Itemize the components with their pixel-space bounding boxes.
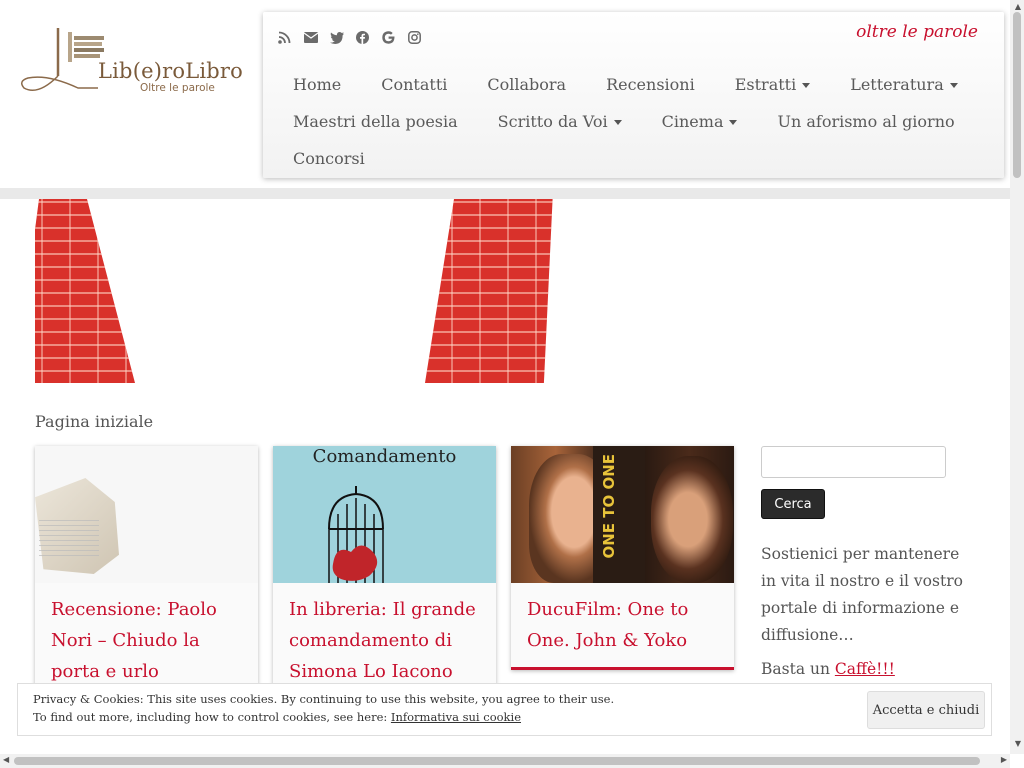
chevron-down-icon	[729, 120, 738, 125]
poster-title: ONE TO ONE	[600, 454, 618, 559]
coffee-line: Basta un Caffè!!!	[761, 660, 895, 678]
book-cover-title: Comandamento	[312, 446, 457, 467]
coffee-link[interactable]: Caffè!!!	[835, 660, 895, 678]
logo-subtitle: Oltre le parole	[140, 82, 215, 94]
horizontal-scrollbar[interactable]: ◀ ▶	[0, 754, 1010, 768]
scroll-up-icon[interactable]: ▲	[1015, 2, 1021, 11]
nav-estratti-dropdown[interactable]: Estratti	[734, 75, 811, 94]
scroll-right-icon[interactable]: ▶	[1001, 755, 1007, 764]
nav-contatti[interactable]: Contatti	[381, 75, 447, 94]
nav-scritto-da-voi-label: Scritto da Voi	[497, 112, 608, 131]
menu-row-3: Concorsi	[293, 149, 405, 168]
cookie-text: Privacy & Cookies: This site uses cookie…	[33, 692, 615, 706]
post-card[interactable]: ONE TO ONE DucuFilm: One to One. John & …	[511, 446, 734, 670]
facebook-icon[interactable]	[355, 30, 370, 45]
nav-letteratura-dropdown[interactable]: Letteratura	[850, 75, 958, 94]
search-button[interactable]: Cerca	[761, 489, 825, 519]
post-thumbnail[interactable]: Comandamento	[273, 446, 496, 583]
nav-maestri-della-poesia[interactable]: Maestri della poesia	[293, 112, 458, 131]
menu-row-2: Maestri della poesia Scritto da Voi Cine…	[293, 112, 995, 131]
nav-concorsi[interactable]: Concorsi	[293, 149, 365, 168]
vertical-scrollbar[interactable]: ▲ ▼	[1010, 0, 1024, 754]
menu-row-1: Home Contatti Collabora Recensioni Estra…	[293, 75, 998, 94]
header-banner-image	[35, 199, 975, 383]
nav-estratti-label: Estratti	[734, 75, 797, 94]
header-divider	[0, 188, 1010, 199]
instagram-icon[interactable]	[407, 30, 422, 45]
nav-collabora[interactable]: Collabora	[487, 75, 566, 94]
post-title-link[interactable]: DucuFilm: One to One. John & Yoko	[511, 583, 734, 656]
brick-wall-shape	[35, 199, 135, 383]
search-input[interactable]	[761, 446, 946, 478]
chevron-down-icon	[802, 83, 811, 88]
chevron-down-icon	[949, 83, 958, 88]
vertical-scroll-thumb[interactable]	[1013, 12, 1021, 178]
chevron-down-icon	[613, 120, 622, 125]
logo-title: Lib(e)roLibro	[98, 59, 243, 83]
nav-home[interactable]: Home	[293, 75, 341, 94]
site-tagline: oltre le parole	[856, 22, 978, 42]
brick-wall-shape	[425, 199, 553, 383]
newspaper-lines	[39, 516, 99, 556]
nav-cinema-dropdown[interactable]: Cinema	[662, 112, 738, 131]
coffee-prefix: Basta un	[761, 660, 835, 678]
post-thumbnail[interactable]: ONE TO ONE	[511, 446, 734, 583]
person-image	[651, 456, 733, 583]
birdcage-heart-image	[328, 486, 384, 583]
post-card[interactable]: Recensione: Paolo Nori – Chiudo la porta…	[35, 446, 258, 706]
logo-book-icon	[21, 28, 104, 91]
page-title: Pagina iniziale	[35, 412, 154, 431]
email-icon[interactable]	[303, 30, 318, 45]
horizontal-scroll-thumb[interactable]	[14, 757, 980, 765]
cookie-policy-link[interactable]: Informativa sui cookie	[391, 710, 521, 724]
accept-cookies-button[interactable]: Accetta e chiudi	[867, 691, 985, 729]
nav-cinema-label: Cinema	[661, 112, 724, 131]
twitter-icon[interactable]	[329, 30, 344, 45]
scroll-left-icon[interactable]: ◀	[3, 755, 9, 764]
film-poster: ONE TO ONE	[593, 446, 645, 583]
nav-recensioni[interactable]: Recensioni	[606, 75, 695, 94]
nav-scritto-da-voi-dropdown[interactable]: Scritto da Voi	[498, 112, 622, 131]
scroll-down-icon[interactable]: ▼	[1015, 739, 1021, 748]
cookie-more-info: To find out more, including how to contr…	[33, 710, 521, 724]
main-navigation: oltre le parole Home Contatti Collabora …	[263, 12, 1004, 178]
site-logo[interactable]: Lib(e)roLibro Oltre le parole	[18, 26, 243, 98]
post-thumbnail[interactable]	[35, 446, 258, 583]
post-title-link[interactable]: In libreria: Il grande comandamento di S…	[273, 583, 496, 687]
support-text: Sostienici per mantenere in vita il nost…	[761, 545, 963, 644]
google-icon[interactable]	[381, 30, 396, 45]
nav-letteratura-label: Letteratura	[850, 75, 944, 94]
nav-aforismo[interactable]: Un aforismo al giorno	[777, 112, 954, 131]
post-title-link[interactable]: Recensione: Paolo Nori – Chiudo la porta…	[35, 583, 258, 687]
rss-icon[interactable]	[277, 30, 292, 45]
cookie-banner: Privacy & Cookies: This site uses cookie…	[17, 683, 992, 736]
social-links	[277, 30, 422, 45]
cookie-more-prefix: To find out more, including how to contr…	[33, 710, 391, 724]
post-card[interactable]: Comandamento In libreria: Il grande coma…	[273, 446, 496, 706]
